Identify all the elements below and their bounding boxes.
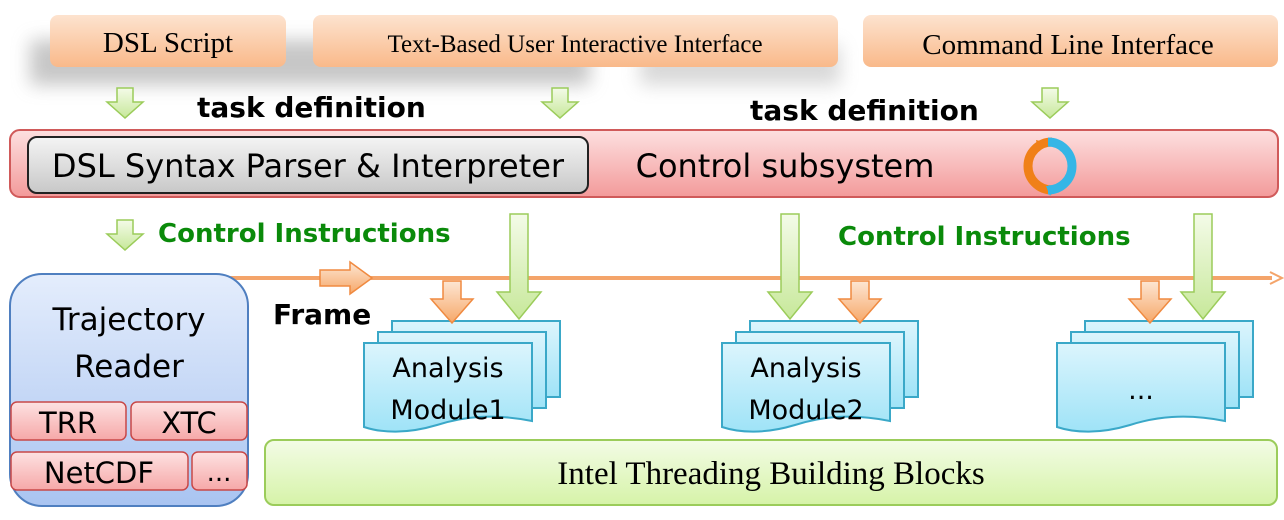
architecture-diagram: DSL Script Text-Based User Interactive I… bbox=[0, 0, 1284, 520]
frame-arrow-icon bbox=[429, 280, 475, 325]
text-ui-box: Text-Based User Interactive Interface bbox=[313, 15, 838, 67]
reader-title: Reader bbox=[74, 349, 184, 385]
frame-arrow-icon bbox=[1127, 280, 1173, 325]
control-subsystem-label: Control subsystem bbox=[636, 147, 935, 185]
format-label: ... bbox=[207, 458, 232, 488]
frame-arrow-icon bbox=[837, 280, 883, 325]
control-instructions-label: Control Instructions bbox=[838, 222, 1131, 252]
cli-box: Command Line Interface bbox=[863, 15, 1278, 67]
analysis-module-stack: ... bbox=[1056, 320, 1254, 433]
module-label: ... bbox=[1128, 375, 1154, 406]
reader-title: Trajectory bbox=[51, 302, 205, 338]
green-down-arrow-icon bbox=[105, 87, 145, 120]
control-instruction-arrow-icon bbox=[495, 213, 543, 321]
task-definition-label: task definition bbox=[197, 91, 426, 124]
parser-label: DSL Syntax Parser & Interpreter bbox=[52, 147, 565, 185]
tbb-label: Intel Threading Building Blocks bbox=[557, 456, 984, 492]
module-label: Module1 bbox=[390, 395, 505, 426]
module-label: Analysis bbox=[392, 353, 503, 384]
format-label: XTC bbox=[161, 406, 217, 440]
diagram-canvas: DSL Script Text-Based User Interactive I… bbox=[9, 15, 1284, 507]
format-label: TRR bbox=[38, 406, 97, 440]
frame-label: Frame bbox=[273, 298, 371, 331]
control-instruction-arrow-icon bbox=[766, 213, 814, 321]
cli-label: Command Line Interface bbox=[922, 29, 1214, 61]
analysis-module-stack: Analysis Module1 bbox=[363, 320, 561, 433]
analysis-module-stack: Analysis Module2 bbox=[721, 320, 919, 433]
dsl-script-box: DSL Script bbox=[50, 15, 286, 67]
format-label: NetCDF bbox=[44, 456, 154, 490]
task-definition-label: task definition bbox=[750, 94, 979, 127]
control-subsystem-bar: DSL Syntax Parser & Interpreter Control … bbox=[9, 129, 1279, 198]
module-label: Module2 bbox=[748, 395, 863, 426]
dsl-script-label: DSL Script bbox=[103, 27, 233, 59]
green-down-arrow-icon bbox=[1030, 87, 1070, 120]
control-instruction-arrow-icon bbox=[1179, 213, 1227, 321]
green-down-arrow-icon bbox=[540, 87, 580, 120]
trajectory-reader-box: Trajectory Reader TRR XTC NetCDF ... bbox=[9, 273, 249, 507]
green-down-arrow-icon bbox=[105, 219, 145, 252]
module-label: Analysis bbox=[750, 353, 861, 384]
frame-flow-arrow bbox=[230, 260, 1284, 296]
tbb-box: Intel Threading Building Blocks bbox=[264, 439, 1278, 506]
control-instructions-label: Control Instructions bbox=[158, 219, 451, 249]
text-ui-label: Text-Based User Interactive Interface bbox=[387, 31, 762, 58]
